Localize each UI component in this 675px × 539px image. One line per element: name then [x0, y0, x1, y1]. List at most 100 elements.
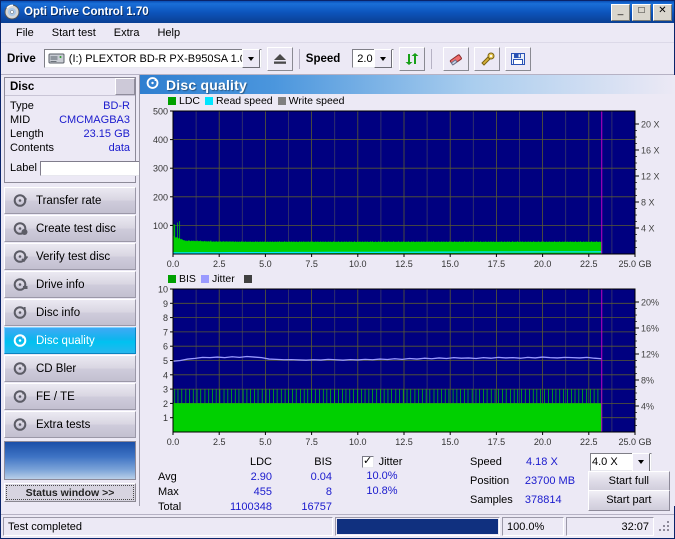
toolbar-divider-2	[431, 48, 433, 69]
svg-text:20%: 20%	[641, 298, 659, 308]
svg-text:7.5: 7.5	[305, 259, 318, 269]
svg-text:20.0: 20.0	[534, 259, 552, 269]
menu-file[interactable]: File	[7, 25, 43, 41]
test-speed-select[interactable]: 4.0 X	[590, 452, 652, 472]
maximize-button[interactable]: □	[632, 3, 651, 21]
svg-text:4%: 4%	[641, 402, 654, 412]
svg-text:100: 100	[153, 221, 168, 231]
disc-value-contents: data	[108, 142, 130, 154]
stats-row-avg: Avg 2.90 0.04	[158, 469, 332, 484]
svg-text:6: 6	[163, 342, 168, 352]
svg-text:9: 9	[163, 299, 168, 309]
stats-avg-bis: 0.04	[310, 470, 332, 483]
sidebar-item-create-test-disc[interactable]: Create test disc	[4, 215, 136, 242]
jitter-header: ✓ Jitter	[336, 454, 428, 469]
stats-header-bis: BIS	[314, 455, 332, 468]
bottom-chart-plot: 1 2 3 4 5 6 7 8 9 10 4% 8% 12% 16% 20% 0.0 2.5 5.0 7.5 10.0…	[140, 285, 675, 450]
svg-text:1: 1	[163, 413, 168, 423]
menu-help[interactable]: Help	[148, 25, 189, 41]
stats-label-avg: Avg	[158, 470, 177, 483]
chevron-down-icon[interactable]	[241, 49, 260, 68]
disc-properties: Type BD-R MID CMCMAGBA3 Length 23.15 GB …	[5, 96, 248, 182]
stats-total-bis: 16757	[301, 500, 332, 513]
menu-start-test[interactable]: Start test	[43, 25, 105, 41]
disc-row-contents: Contents data	[10, 141, 130, 155]
svg-text:2.5: 2.5	[213, 437, 226, 447]
status-window-button[interactable]: Status window >>	[4, 483, 136, 502]
eject-button[interactable]	[266, 46, 293, 71]
legend-swatch-read-speed	[205, 96, 214, 105]
svg-text:2.5: 2.5	[213, 259, 226, 269]
erase-button[interactable]	[443, 46, 470, 71]
minimize-button[interactable]: _	[611, 3, 630, 21]
drive-select[interactable]: (I:) PLEXTOR BD-R PX-B950SA 1.04	[43, 49, 262, 68]
svg-text:500: 500	[153, 107, 168, 117]
svg-text:8 X: 8 X	[641, 198, 655, 208]
svg-text:22.5: 22.5	[580, 437, 598, 447]
start-full-button[interactable]: Start full	[587, 470, 670, 492]
sidebar-item-drive-info[interactable]: Drive info	[4, 271, 136, 298]
sidebar-item-fe-te[interactable]: FE / TE	[4, 383, 136, 410]
bottom-chart-legend: BIS Jitter	[140, 272, 675, 285]
position-row: Position 23700 MB Start full	[470, 470, 670, 492]
drive-value: (I:) PLEXTOR BD-R PX-B950SA 1.04	[68, 52, 242, 65]
refresh-button[interactable]	[399, 46, 426, 71]
svg-text:16%: 16%	[641, 324, 659, 334]
legend-item-bis: BIS	[168, 273, 196, 285]
speed-readout-row: Speed 4.18 X 4.0 X	[470, 452, 670, 472]
svg-text:10.0: 10.0	[349, 437, 367, 447]
disc-box-gripper[interactable]	[115, 78, 135, 95]
main-body: Disc Type BD-R MID CMCMAGBA3 Length 23.1…	[1, 75, 675, 513]
svg-text:4 X: 4 X	[641, 224, 655, 234]
content-panel: Disc quality LDC Read speed Write speed	[139, 75, 675, 513]
top-chart-container: LDC Read speed Write speed 100 200 300 400 5…	[140, 94, 675, 272]
save-button[interactable]	[505, 46, 532, 71]
speed-select[interactable]: 2.0 X	[352, 49, 395, 68]
svg-text:15.0: 15.0	[441, 437, 459, 447]
sidebar-item-transfer-rate[interactable]: Transfer rate	[4, 187, 136, 214]
start-part-button[interactable]: Start part	[587, 489, 670, 511]
sidebar-filler	[4, 441, 136, 480]
close-button[interactable]: ✕	[653, 3, 672, 21]
svg-text:200: 200	[153, 192, 168, 202]
jitter-checkbox[interactable]: ✓	[361, 455, 374, 468]
svg-text:25.0 GB: 25.0 GB	[618, 259, 651, 269]
test-speed-value: 4.0 X	[592, 456, 618, 468]
samples-row: Samples 378814 Start part	[470, 489, 670, 511]
sidebar-item-verify-test-disc[interactable]: Verify test disc	[4, 243, 136, 270]
speed-label: Speed	[305, 52, 341, 65]
menu-extra[interactable]: Extra	[105, 25, 149, 41]
svg-text:17.5: 17.5	[488, 259, 506, 269]
title-bar: Opti Drive Control 1.70 _ □ ✕	[1, 1, 674, 23]
disc-drive-icon	[13, 277, 28, 292]
stats-label-total: Total	[158, 500, 182, 513]
sidebar-item-extra-tests[interactable]: Extra tests	[4, 411, 136, 438]
tools-button[interactable]	[474, 46, 501, 71]
sidebar-item-disc-info[interactable]: Disc info	[4, 299, 136, 326]
sidebar-item-cd-bler[interactable]: CD Bler	[4, 355, 136, 382]
top-chart-plot: 100 200 300 400 500 4 X 8 X 12 X 16 X 20 X 0.0 2.5 5…	[140, 107, 675, 272]
progress-bar	[335, 517, 500, 536]
resize-grip[interactable]	[658, 520, 672, 534]
window-title: Opti Drive Control 1.70	[24, 6, 149, 18]
legend-item-write-speed: Write speed	[277, 94, 345, 107]
legend-label-write-speed: Write speed	[288, 94, 345, 107]
stats-panel: LDC BIS Avg 2.90 0.04 Max 455 8 Total 11…	[140, 450, 675, 513]
position-label: Position	[470, 475, 510, 487]
legend-item-jitter: Jitter	[200, 273, 235, 285]
sidebar-label-extra-tests: Extra tests	[36, 418, 91, 431]
disc-info-icon	[13, 305, 28, 320]
sidebar-label-disc-quality: Disc quality	[36, 334, 95, 347]
legend-swatch-write-speed	[277, 96, 286, 105]
chevron-down-icon[interactable]	[374, 49, 393, 68]
sidebar-item-disc-quality[interactable]: Disc quality	[4, 327, 136, 354]
stats-header-ldc: LDC	[249, 455, 272, 468]
svg-text:8%: 8%	[641, 376, 654, 386]
svg-text:5.0: 5.0	[259, 259, 272, 269]
stats-header-row: LDC BIS	[158, 454, 332, 469]
stats-row-total: Total 1100348 16757	[158, 499, 332, 514]
disc-extra-icon	[13, 417, 28, 432]
chevron-down-icon[interactable]	[632, 452, 650, 472]
position-value: 23700 MB	[524, 475, 576, 487]
progress-percent: 100.0%	[502, 517, 564, 536]
